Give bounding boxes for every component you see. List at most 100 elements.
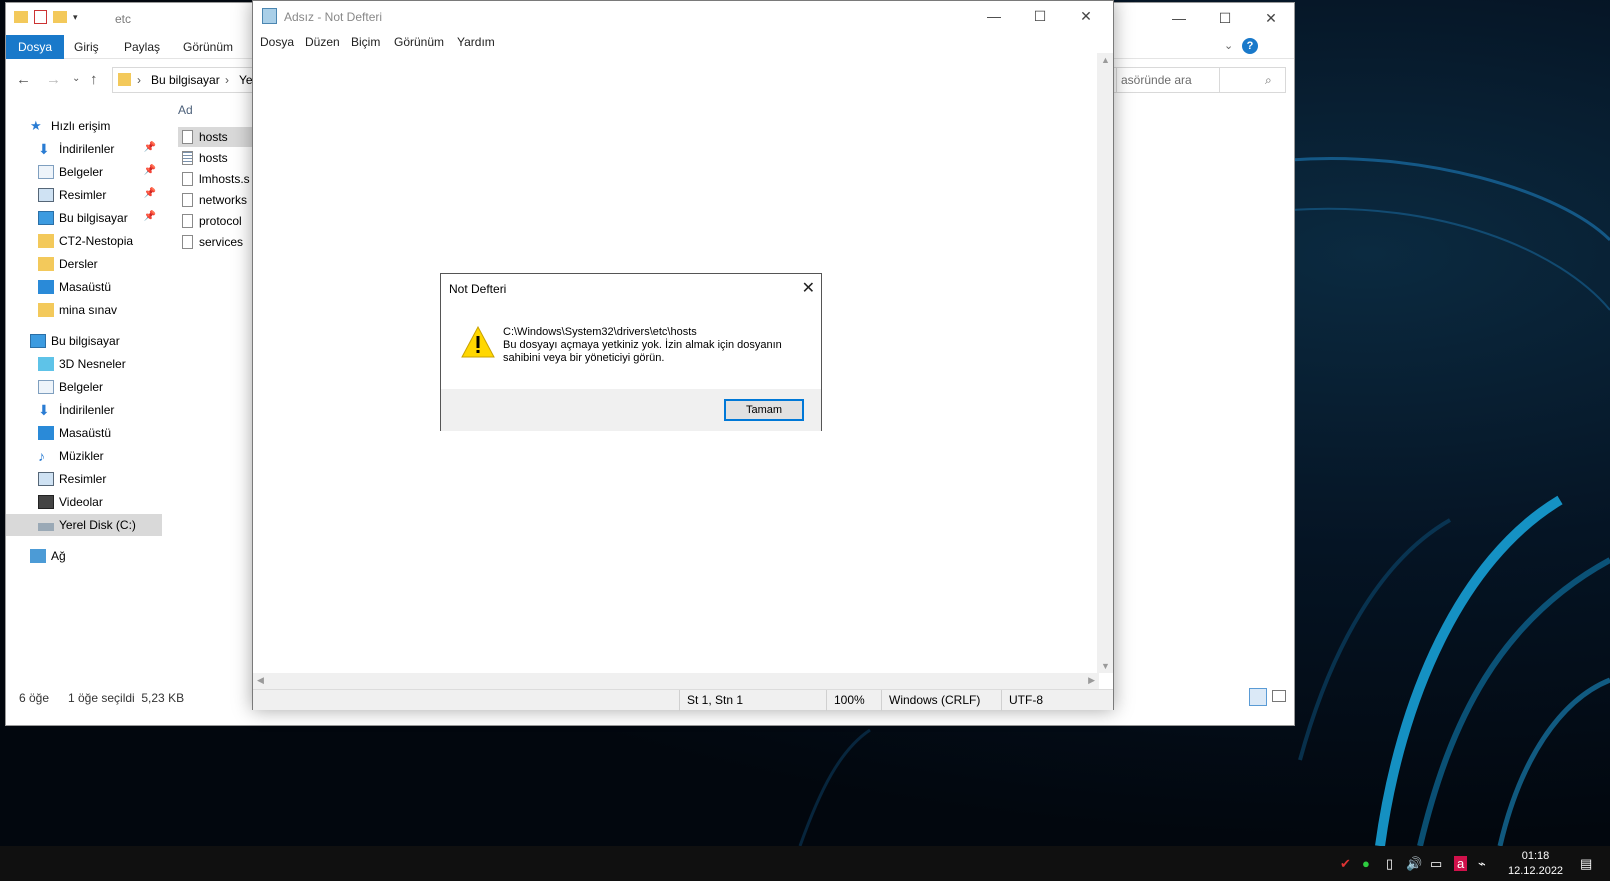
- folder-icon: [38, 234, 54, 248]
- minimize-button[interactable]: —: [1156, 3, 1202, 33]
- close-icon[interactable]: ✕: [802, 278, 815, 298]
- horizontal-scrollbar[interactable]: ◀ ▶: [253, 673, 1099, 689]
- antivirus-icon[interactable]: ✔: [1340, 856, 1351, 872]
- details-view-icon[interactable]: [1249, 688, 1267, 706]
- nav-pc-pictures[interactable]: Resimler: [6, 468, 162, 490]
- nav-pc-documents[interactable]: Belgeler: [6, 376, 162, 398]
- chevron-right-icon: ›: [137, 73, 141, 87]
- help-icon[interactable]: ?: [1242, 38, 1258, 54]
- cube-icon: [38, 357, 54, 371]
- list-item[interactable]: hosts: [178, 148, 252, 168]
- properties-icon[interactable]: [34, 10, 47, 24]
- pin-icon[interactable]: 📌: [144, 188, 156, 199]
- nav-3d-objects[interactable]: 3D Nesneler: [6, 353, 162, 375]
- expand-ribbon-icon[interactable]: ⌄: [1224, 39, 1233, 52]
- breadcrumb-local-disk[interactable]: Ye: [239, 73, 253, 87]
- nav-documents[interactable]: Belgeler 📌: [6, 161, 162, 183]
- ok-button[interactable]: Tamam: [724, 399, 804, 421]
- nav-ct2-nestopia[interactable]: CT2-Nestopia: [6, 230, 162, 252]
- menu-format[interactable]: Biçim: [351, 35, 380, 49]
- window-title: etc: [115, 12, 132, 26]
- menu-help[interactable]: Yardım: [457, 35, 495, 49]
- amd-icon[interactable]: a: [1454, 856, 1468, 871]
- menu-view[interactable]: Görünüm: [394, 35, 444, 49]
- list-item[interactable]: lmhosts.s: [178, 169, 252, 189]
- menu-file[interactable]: Dosya: [260, 35, 294, 49]
- list-item[interactable]: protocol: [178, 211, 252, 231]
- error-dialog[interactable]: Not Defteri ✕ C:\Windows\System32\driver…: [440, 273, 822, 431]
- system-clock[interactable]: 01:18 12.12.2022: [1508, 849, 1563, 879]
- vertical-scrollbar[interactable]: ▲ ▼: [1097, 53, 1113, 673]
- notification-icon[interactable]: ▤: [1580, 856, 1592, 872]
- tab-file[interactable]: Dosya: [6, 35, 65, 59]
- list-item[interactable]: networks: [178, 190, 252, 210]
- scroll-up-icon[interactable]: ▲: [1101, 55, 1110, 65]
- list-item[interactable]: hosts: [178, 127, 252, 147]
- dialog-title: Not Defteri: [449, 282, 507, 296]
- pin-icon[interactable]: 📌: [144, 165, 156, 176]
- scroll-right-icon[interactable]: ▶: [1088, 675, 1095, 686]
- nav-this-pc-pinned[interactable]: Bu bilgisayar 📌: [6, 207, 162, 229]
- close-button[interactable]: ✕: [1063, 1, 1109, 31]
- computer-icon: [38, 211, 54, 225]
- taskbar: ✔ ● ▯ 🔊 ▭ a ⌁ 01:18 12.12.2022 ▤: [0, 846, 1610, 881]
- item-count: 6 öğe: [19, 691, 50, 705]
- new-folder-icon[interactable]: [53, 11, 67, 23]
- nav-this-pc[interactable]: Bu bilgisayar: [6, 330, 162, 352]
- maximize-button[interactable]: ☐: [1017, 1, 1063, 31]
- list-item[interactable]: services: [178, 232, 252, 252]
- nav-pictures[interactable]: Resimler 📌: [6, 184, 162, 206]
- pictures-icon: [38, 188, 54, 202]
- volume-icon[interactable]: 🔊: [1406, 856, 1422, 872]
- minimize-button[interactable]: —: [971, 1, 1017, 31]
- selection-info: 1 öğe seçildi 5,23 KB: [68, 691, 185, 705]
- star-icon: ★: [30, 118, 42, 133]
- nav-pc-downloads[interactable]: ⬇ İndirilenler: [6, 399, 162, 421]
- message-line-1: Bu dosyayı açmaya yetkiniz yok. İzin alm…: [503, 339, 782, 351]
- network-icon[interactable]: ▭: [1430, 856, 1442, 872]
- menu-edit[interactable]: Düzen: [305, 35, 340, 49]
- clock-time: 01:18: [1521, 850, 1550, 862]
- window-title: Adsız - Not Defteri: [284, 10, 383, 24]
- nav-dersler[interactable]: Dersler: [6, 253, 162, 275]
- message-line-2: sahibini veya bir yöneticiyi görün.: [503, 352, 665, 364]
- nav-quick-access[interactable]: ★ Hızlı erişim: [6, 115, 162, 137]
- customize-toolbar-icon[interactable]: ▾: [73, 12, 78, 23]
- folder-icon: [118, 73, 131, 86]
- satellite-icon[interactable]: ⌁: [1478, 856, 1486, 872]
- nav-music[interactable]: ♪ Müzikler: [6, 445, 162, 467]
- tab-view[interactable]: Görünüm: [183, 35, 233, 59]
- maximize-button[interactable]: ☐: [1202, 3, 1248, 33]
- usb-icon[interactable]: ▯: [1386, 856, 1393, 872]
- close-button[interactable]: ✕: [1248, 3, 1294, 33]
- file-icon: [182, 172, 193, 186]
- download-arrow-icon: ⬇: [38, 402, 50, 418]
- nav-downloads[interactable]: ⬇ İndirilenler 📌: [6, 138, 162, 160]
- up-arrow-icon[interactable]: ↑: [90, 71, 98, 88]
- large-icons-view-icon[interactable]: [1272, 690, 1286, 702]
- folder-icon: [38, 303, 54, 317]
- scroll-left-icon[interactable]: ◀: [257, 675, 264, 686]
- search-input[interactable]: asöründe ara ⌕: [1116, 67, 1286, 93]
- nav-desktop-quick[interactable]: Masaüstü: [6, 276, 162, 298]
- scroll-down-icon[interactable]: ▼: [1101, 661, 1110, 671]
- tab-share[interactable]: Paylaş: [124, 35, 160, 59]
- tab-home[interactable]: Giriş: [74, 35, 99, 59]
- back-arrow-icon[interactable]: ←: [16, 71, 31, 88]
- nav-mina-sinav[interactable]: mina sınav: [6, 299, 162, 321]
- cloud-sync-icon[interactable]: ●: [1362, 856, 1370, 871]
- nav-local-disk[interactable]: Yerel Disk (C:): [6, 514, 162, 536]
- column-header-name[interactable]: Ad: [178, 103, 193, 117]
- file-icon: [182, 193, 193, 207]
- cursor-position: St 1, Stn 1: [679, 690, 743, 711]
- nav-network[interactable]: Ağ: [6, 545, 162, 567]
- download-arrow-icon: ⬇: [38, 141, 50, 157]
- recent-locations-icon[interactable]: ⌄: [72, 73, 80, 84]
- pin-icon[interactable]: 📌: [144, 211, 156, 222]
- breadcrumb-this-pc[interactable]: Bu bilgisayar: [151, 73, 220, 87]
- nav-videos[interactable]: Videolar: [6, 491, 162, 513]
- forward-arrow-icon[interactable]: →: [46, 71, 61, 88]
- nav-pc-desktop[interactable]: Masaüstü: [6, 422, 162, 444]
- notepad-status-bar: St 1, Stn 1 100% Windows (CRLF) UTF-8: [253, 689, 1113, 711]
- pin-icon[interactable]: 📌: [144, 142, 156, 153]
